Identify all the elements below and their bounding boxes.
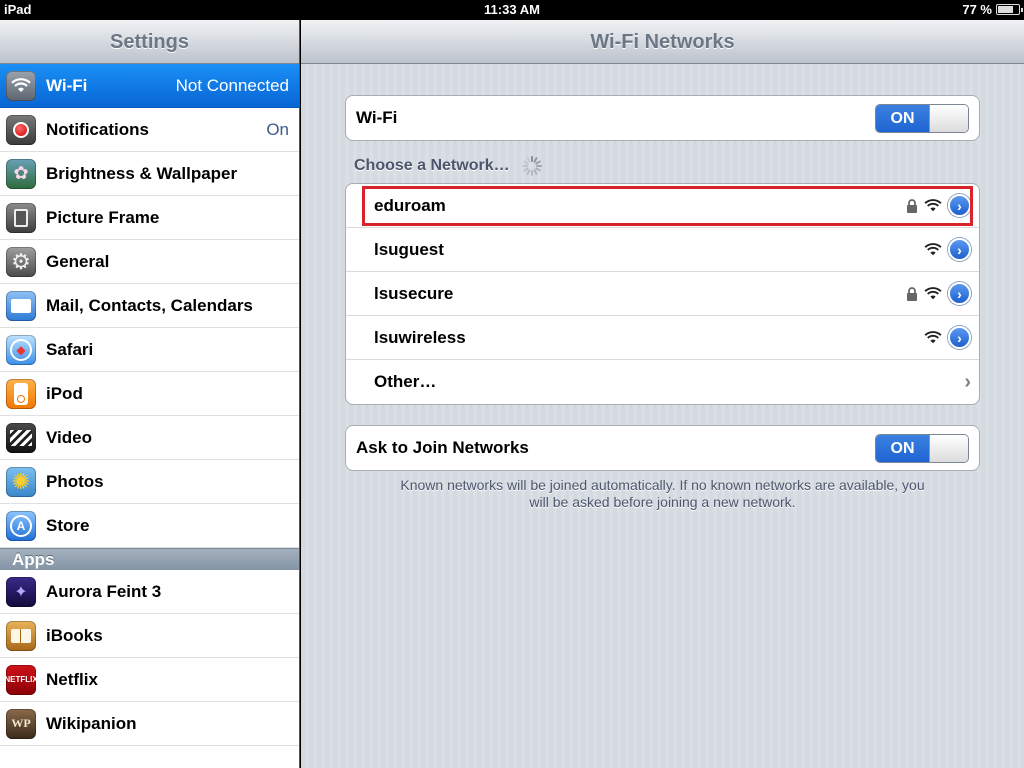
apps-section-header: Apps xyxy=(0,548,299,570)
sidebar-item-label: Mail, Contacts, Calendars xyxy=(46,295,253,315)
wifi-toggle-group: Wi-Fi ON xyxy=(345,95,980,141)
choose-network-label: Choose a Network… xyxy=(354,157,510,174)
chevron-right-icon: › xyxy=(964,370,971,393)
gear-icon: ⚙ xyxy=(6,246,36,277)
page-title: Wi-Fi Networks xyxy=(301,20,1024,64)
ask-to-join-label: Ask to Join Networks xyxy=(356,438,529,457)
sidebar-item-value: On xyxy=(266,119,289,139)
network-name: lsuguest xyxy=(374,239,444,259)
sidebar-item-notifications[interactable]: Notifications On xyxy=(0,108,299,152)
sidebar-item-label: Wi-Fi xyxy=(46,75,88,95)
status-bar: iPad 11:33 AM 77 % xyxy=(0,0,1024,20)
switch-knob xyxy=(929,434,968,462)
battery-percent: 77 % xyxy=(962,2,992,17)
sidebar-item-label: Aurora Feint 3 xyxy=(46,581,162,601)
network-list: eduroam › lsuguest › lsusecure › lsuwire… xyxy=(345,183,980,405)
footnote-line-2: will be asked before joining a new netwo… xyxy=(529,494,796,510)
other-network-label: Other… xyxy=(374,372,437,391)
network-row-lsuguest[interactable]: lsuguest › xyxy=(346,228,979,272)
sidebar-item-label: Safari xyxy=(46,339,94,359)
sidebar-item-mail[interactable]: Mail, Contacts, Calendars xyxy=(0,284,299,328)
wikipanion-icon: WP xyxy=(6,708,36,739)
ask-to-join-footnote: Known networks will be joined automatica… xyxy=(361,477,964,511)
sidebar-item-label: Netflix xyxy=(46,669,98,689)
wifi-signal-icon xyxy=(924,286,942,299)
sidebar-item-label: Picture Frame xyxy=(46,207,160,227)
network-row-lsusecure[interactable]: lsusecure › xyxy=(346,272,979,316)
network-details-button[interactable]: › xyxy=(948,194,971,217)
sidebar-item-ipod[interactable]: iPod xyxy=(0,372,299,416)
notifications-icon xyxy=(6,114,36,145)
wifi-toggle-row: Wi-Fi ON xyxy=(346,96,979,140)
video-icon xyxy=(6,422,36,453)
lock-icon xyxy=(907,286,917,301)
sidebar-item-label: iBooks xyxy=(46,625,103,645)
sidebar-item-label: Store xyxy=(46,515,90,535)
sidebar-item-wikipanion[interactable]: WP Wikipanion xyxy=(0,702,299,746)
sidebar-item-picture-frame[interactable]: Picture Frame xyxy=(0,196,299,240)
sidebar-item-store[interactable]: A Store xyxy=(0,504,299,548)
brightness-icon: ✿ xyxy=(6,158,36,189)
network-row-other[interactable]: Other… › xyxy=(346,360,979,404)
network-name: eduroam xyxy=(374,195,446,215)
footnote-line-1: Known networks will be joined automatica… xyxy=(400,477,925,493)
choose-network-header: Choose a Network… xyxy=(354,156,542,176)
network-name: lsuwireless xyxy=(374,327,466,347)
loading-spinner-icon xyxy=(521,156,542,176)
sidebar-item-video[interactable]: Video xyxy=(0,416,299,460)
sidebar-item-brightness[interactable]: ✿ Brightness & Wallpaper xyxy=(0,152,299,196)
wifi-label: Wi-Fi xyxy=(356,108,398,127)
wifi-switch-state: ON xyxy=(876,104,929,132)
wifi-signal-icon xyxy=(924,330,942,343)
ipod-icon xyxy=(6,378,36,409)
battery-indicator: 77 % xyxy=(962,2,1023,17)
ask-to-join-group: Ask to Join Networks ON xyxy=(345,425,980,471)
compass-icon: ◆ xyxy=(6,334,36,365)
picture-frame-icon xyxy=(6,202,36,233)
wifi-icon xyxy=(6,70,36,101)
sidebar-item-label: Brightness & Wallpaper xyxy=(46,163,238,183)
network-details-button[interactable]: › xyxy=(948,282,971,305)
ask-switch-state: ON xyxy=(876,434,929,462)
sidebar-item-general[interactable]: ⚙ General xyxy=(0,240,299,284)
ask-to-join-row: Ask to Join Networks ON xyxy=(346,426,979,470)
aurora-feint-icon: ✦ xyxy=(6,576,36,607)
sidebar-item-label: Video xyxy=(46,427,92,447)
wifi-signal-icon xyxy=(924,242,942,255)
wifi-switch[interactable]: ON xyxy=(875,103,969,133)
network-details-button[interactable]: › xyxy=(948,326,971,349)
sidebar-item-label: Photos xyxy=(46,471,104,491)
network-name: lsusecure xyxy=(374,283,454,303)
wifi-signal-icon xyxy=(924,198,942,211)
network-details-button[interactable]: › xyxy=(948,238,971,261)
status-time: 11:33 AM xyxy=(484,2,540,17)
sidebar-item-safari[interactable]: ◆ Safari xyxy=(0,328,299,372)
netflix-icon: NETFLIX xyxy=(4,664,38,695)
network-row-lsuwireless[interactable]: lsuwireless › xyxy=(346,316,979,360)
sidebar-item-ibooks[interactable]: iBooks xyxy=(0,614,299,658)
sidebar-item-label: Wikipanion xyxy=(46,713,137,733)
network-row-eduroam[interactable]: eduroam › xyxy=(346,184,979,228)
ibooks-icon xyxy=(6,620,36,651)
switch-knob xyxy=(929,104,968,132)
sidebar-item-value: Not Connected xyxy=(175,75,289,95)
sidebar-item-photos[interactable]: ✺ Photos xyxy=(0,460,299,504)
sidebar-item-label: iPod xyxy=(46,383,83,403)
battery-icon xyxy=(996,4,1023,15)
ask-to-join-switch[interactable]: ON xyxy=(875,433,969,463)
sidebar-item-label: General xyxy=(46,251,110,271)
wifi-networks-panel: Wi-Fi Networks Wi-Fi ON Choose a Network… xyxy=(301,20,1024,768)
settings-sidebar: Settings Wi-Fi Not Connected Notificatio… xyxy=(0,20,300,768)
sidebar-title: Settings xyxy=(0,20,299,64)
sidebar-item-label: Notifications xyxy=(46,119,149,139)
sidebar-item-wifi[interactable]: Wi-Fi Not Connected xyxy=(0,64,299,108)
photos-icon: ✺ xyxy=(6,466,36,497)
mail-icon xyxy=(6,290,36,321)
lock-icon xyxy=(907,198,917,213)
sidebar-item-netflix[interactable]: NETFLIX Netflix xyxy=(0,658,299,702)
sidebar-item-aurora-feint[interactable]: ✦ Aurora Feint 3 xyxy=(0,570,299,614)
store-icon: A xyxy=(6,510,36,541)
